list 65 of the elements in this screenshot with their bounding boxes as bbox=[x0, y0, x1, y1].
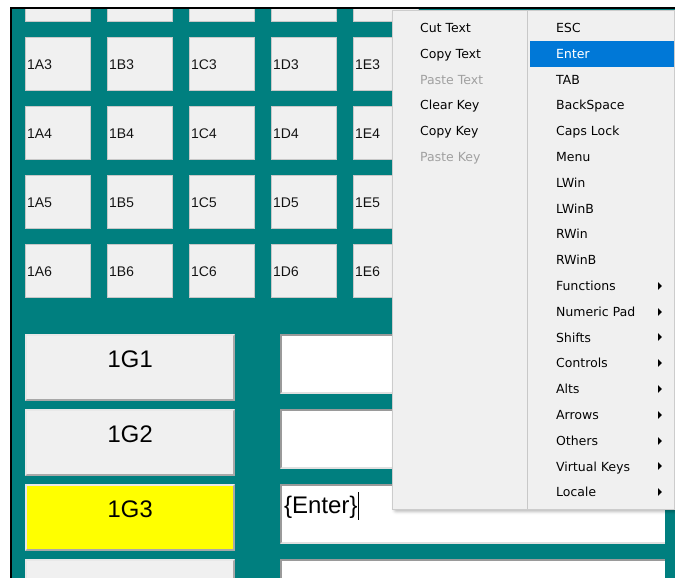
key-button[interactable]: 1G3 bbox=[25, 484, 235, 551]
menu-item-label: Caps Lock bbox=[556, 122, 620, 140]
menu-item-label: TAB bbox=[556, 70, 580, 89]
key-button[interactable]: 1B4 bbox=[107, 106, 173, 160]
menu-item[interactable]: Others bbox=[530, 428, 674, 454]
key-button[interactable]: 1D4 bbox=[271, 106, 337, 160]
menu-item-label: Arrows bbox=[556, 406, 599, 424]
menu-item-label: RWin bbox=[556, 225, 588, 244]
menu-item[interactable]: Virtual Keys bbox=[530, 454, 674, 480]
key-button[interactable]: 1D5 bbox=[271, 175, 337, 229]
key-button[interactable]: 1D6 bbox=[271, 244, 337, 298]
menu-item[interactable]: Controls bbox=[530, 350, 674, 376]
key-button[interactable]: 1C5 bbox=[189, 175, 255, 229]
menu-item-label: LWinB bbox=[556, 200, 594, 218]
menu-item-label: Virtual Keys bbox=[556, 458, 630, 476]
submenu-arrow-icon bbox=[658, 359, 662, 368]
menu-item[interactable]: ESC bbox=[530, 15, 674, 41]
key-button[interactable]: 1A3 bbox=[25, 37, 91, 91]
submenu-arrow-icon bbox=[658, 308, 662, 316]
menu-item[interactable]: LWinB bbox=[530, 196, 674, 222]
key-button[interactable]: 1A6 bbox=[25, 244, 91, 298]
menu-item[interactable]: Enter bbox=[530, 40, 674, 67]
menu-item[interactable]: Functions bbox=[530, 272, 674, 299]
submenu-arrow-icon bbox=[658, 282, 662, 290]
menu-item-label: LWin bbox=[556, 174, 586, 192]
menu-item-label: Numeric Pad bbox=[556, 302, 636, 321]
menu-item-label: Alts bbox=[556, 380, 580, 398]
submenu-arrow-icon bbox=[658, 333, 662, 342]
key-button[interactable]: 1D3 bbox=[271, 37, 337, 91]
menu-item-label: Menu bbox=[556, 148, 590, 166]
menu-item[interactable]: Menu bbox=[530, 144, 674, 170]
menu-item-label: RWinB bbox=[556, 251, 596, 270]
menu-item-label: ESC bbox=[556, 19, 581, 37]
key-button[interactable]: 1B6 bbox=[107, 244, 173, 298]
menu-item[interactable]: BackSpace bbox=[530, 92, 674, 118]
menu-item-label: Enter bbox=[556, 44, 590, 63]
menu-item[interactable]: Shifts bbox=[530, 324, 674, 350]
submenu-arrow-icon bbox=[658, 436, 662, 445]
key-button[interactable]: 1A5 bbox=[25, 175, 91, 229]
submenu-arrow-icon bbox=[658, 410, 662, 419]
key-button[interactable]: 1B3 bbox=[107, 37, 173, 91]
menu-item[interactable]: Arrows bbox=[530, 402, 674, 428]
submenu-arrow-icon bbox=[658, 462, 662, 470]
menu-item[interactable]: Numeric Pad bbox=[530, 298, 674, 325]
menu-item[interactable]: Caps Lock bbox=[530, 118, 674, 144]
menu-item[interactable]: RWinB bbox=[530, 247, 674, 273]
menu-item-label: Functions bbox=[556, 276, 616, 295]
submenu-arrow-icon bbox=[658, 488, 662, 496]
menu-item[interactable]: LWin bbox=[530, 170, 674, 196]
submenu-arrow-icon bbox=[658, 385, 662, 394]
menu-item-label: Others bbox=[556, 432, 598, 450]
menu-item-label: Locale bbox=[556, 483, 596, 502]
menu-item-label: Shifts bbox=[556, 328, 591, 347]
menu-item-label: BackSpace bbox=[556, 96, 624, 114]
key-button[interactable]: 1C4 bbox=[189, 106, 255, 160]
key-button[interactable]: 1C3 bbox=[189, 37, 255, 91]
key-button[interactable]: 1B5 bbox=[107, 175, 173, 229]
key-button[interactable]: 1C6 bbox=[189, 244, 255, 298]
menu-item[interactable]: RWin bbox=[530, 221, 674, 248]
menu-item[interactable]: Alts bbox=[530, 376, 674, 402]
key-button[interactable]: 1G2 bbox=[25, 409, 235, 476]
key-button[interactable]: 1A4 bbox=[25, 106, 91, 160]
menu-item[interactable]: TAB bbox=[530, 66, 674, 92]
key-button[interactable]: 1G1 bbox=[25, 334, 235, 401]
menu-item-label: Controls bbox=[556, 354, 608, 372]
